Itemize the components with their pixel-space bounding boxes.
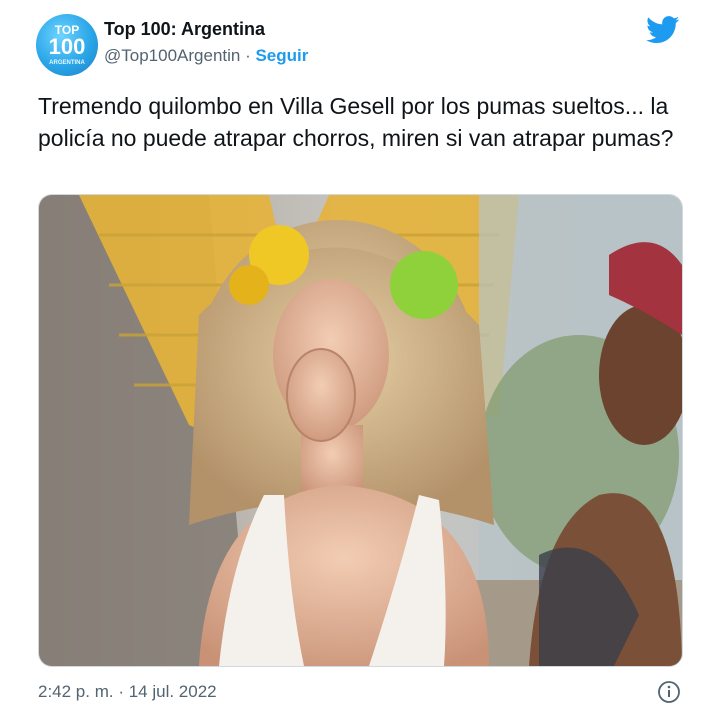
follow-button[interactable]: Seguir <box>255 46 308 65</box>
tweet-footer: 2:42 p. m. · 14 jul. 2022 <box>38 678 681 706</box>
flower-green <box>390 251 458 319</box>
tweet-text: Tremendo quilombo en Villa Gesell por lo… <box>38 93 674 151</box>
avatar[interactable]: TOP 100 ARGENTINA <box>36 14 98 76</box>
account-info: Top 100: Argentina @Top100Argentin · Seg… <box>104 18 308 67</box>
photo-illustration <box>39 195 682 666</box>
woman-hand <box>286 348 356 442</box>
info-icon[interactable] <box>657 680 681 704</box>
meta-separator: · <box>240 46 256 65</box>
handle[interactable]: @Top100Argentin <box>104 46 240 65</box>
account-meta: @Top100Argentin · Seguir <box>104 45 308 67</box>
tweet-header: TOP 100 ARGENTINA Top 100: Argentina @To… <box>36 14 690 76</box>
tweet-card: TOP 100 ARGENTINA Top 100: Argentina @To… <box>0 0 710 715</box>
avatar-text-bottom: ARGENTINA <box>49 60 85 66</box>
tweet-media-photo[interactable] <box>38 194 683 667</box>
display-name[interactable]: Top 100: Argentina <box>104 18 308 40</box>
flower-yellow-small <box>229 265 269 305</box>
avatar-logo: TOP 100 ARGENTINA <box>49 23 86 66</box>
avatar-text-number: 100 <box>49 34 86 59</box>
twitter-bird-icon[interactable] <box>646 16 680 44</box>
timestamp[interactable]: 2:42 p. m. · 14 jul. 2022 <box>38 682 217 702</box>
